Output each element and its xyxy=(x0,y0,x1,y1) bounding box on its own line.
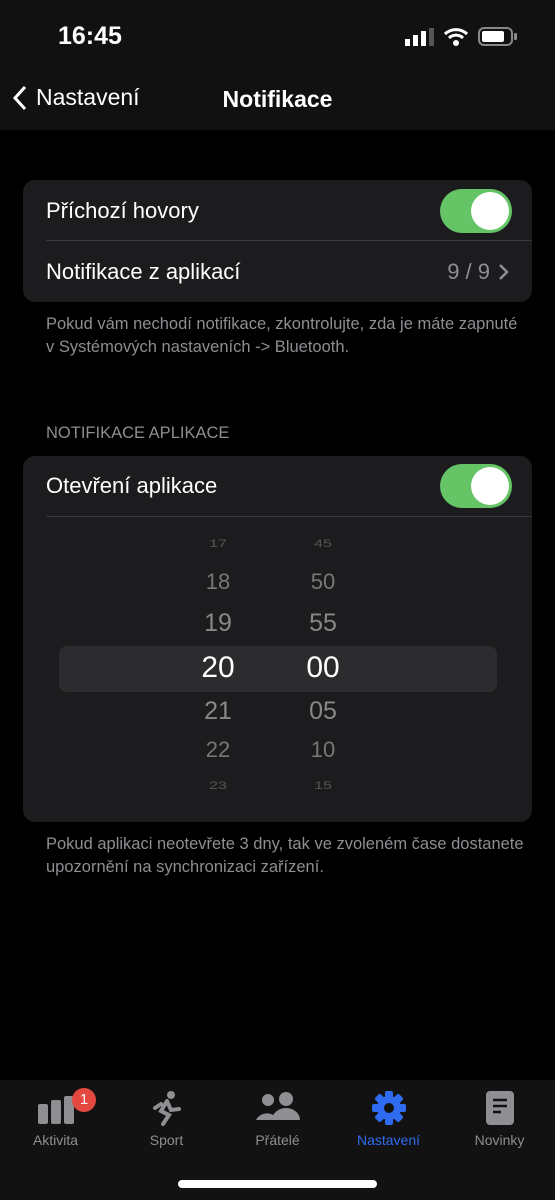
people-icon xyxy=(255,1092,300,1120)
page-title: Notifikace xyxy=(222,86,333,112)
tab-sport[interactable]: Sport xyxy=(111,1090,222,1148)
tab-nastaveni[interactable]: Nastavení xyxy=(333,1090,444,1148)
tab-label: Sport xyxy=(149,1132,184,1148)
home-indicator xyxy=(178,1180,377,1188)
app-open-footer: Pokud aplikaci neotevřete 3 dny, tak ve … xyxy=(46,835,524,876)
status-bar: 16:45 xyxy=(0,0,555,70)
chevron-right-icon xyxy=(499,264,509,280)
row-open-app: Otevření aplikace xyxy=(46,456,532,516)
divider xyxy=(46,516,532,517)
picker-hour-option[interactable]: 22 xyxy=(178,737,258,763)
card-calls: Příchozí hovory Notifikace z aplikací 9 … xyxy=(23,180,532,302)
picker-minute-option[interactable]: 55 xyxy=(283,609,363,638)
bar-chart-icon xyxy=(37,1096,74,1124)
row-incoming-calls: Příchozí hovory xyxy=(46,180,532,242)
row-app-notifications[interactable]: Notifikace z aplikací 9 / 9 xyxy=(46,241,532,303)
wifi-icon xyxy=(443,28,469,46)
app-notifications-label: Notifikace z aplikací xyxy=(46,259,241,284)
open-app-toggle[interactable] xyxy=(440,464,512,508)
battery-icon xyxy=(478,27,517,46)
calls-footer: Pokud vám nechodí notifikace, zkontroluj… xyxy=(46,315,518,356)
news-icon xyxy=(485,1091,514,1125)
card-app-open: Otevření aplikace 17 18 19 20 21 22 23 45 50 55 00… xyxy=(23,456,532,822)
picker-hour-option[interactable]: 19 xyxy=(178,609,258,638)
tab-label: Přátelé xyxy=(255,1132,300,1148)
tab-label: Novinky xyxy=(474,1132,525,1148)
section-header: NOTIFIKACE APLIKACE xyxy=(46,424,230,442)
picker-hour-option[interactable]: 17 xyxy=(178,538,258,551)
time-picker[interactable]: 17 18 19 20 21 22 23 45 50 55 00 05 10 15 xyxy=(23,531,532,801)
picker-hour-option[interactable]: 23 xyxy=(178,780,258,793)
picker-hour-option[interactable]: 21 xyxy=(178,697,258,726)
picker-minute-option[interactable]: 00 xyxy=(283,651,363,685)
incoming-calls-toggle[interactable] xyxy=(440,189,512,233)
open-app-label: Otevření aplikace xyxy=(46,473,218,498)
tab-label: Aktivita xyxy=(32,1132,79,1148)
incoming-calls-label: Příchozí hovory xyxy=(46,198,199,223)
status-time: 16:45 xyxy=(58,22,122,50)
picker-minute-option[interactable]: 10 xyxy=(283,737,363,763)
picker-hour-option[interactable]: 20 xyxy=(178,651,258,685)
notification-badge: 1 xyxy=(72,1088,96,1112)
tab-bar: Aktivita 1 Sport Přátelé Nastavení Novin… xyxy=(0,1080,555,1200)
picker-minute-option[interactable]: 15 xyxy=(283,780,363,793)
tab-aktivita[interactable]: Aktivita 1 xyxy=(0,1088,111,1148)
signal-icon xyxy=(405,28,434,46)
runner-icon xyxy=(152,1091,181,1126)
gear-icon xyxy=(371,1091,406,1125)
tab-novinky[interactable]: Novinky xyxy=(444,1090,555,1148)
picker-minute-option[interactable]: 50 xyxy=(283,569,363,595)
picker-minute-option[interactable]: 45 xyxy=(283,538,363,551)
app-notifications-count: 9 / 9 xyxy=(447,259,490,284)
picker-minute-option[interactable]: 05 xyxy=(283,697,363,726)
tab-label: Nastavení xyxy=(356,1132,421,1148)
picker-hour-option[interactable]: 18 xyxy=(178,569,258,595)
tab-pratele[interactable]: Přátelé xyxy=(222,1090,333,1148)
